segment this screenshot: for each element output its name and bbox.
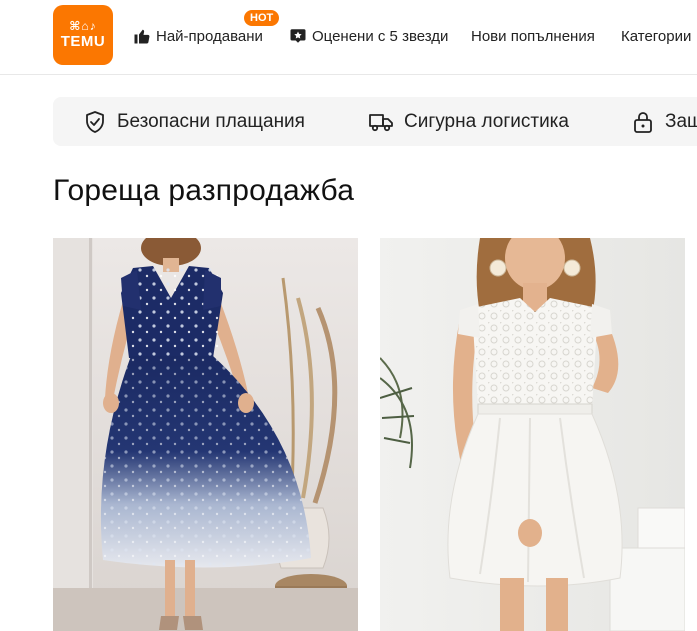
lock-icon [634,111,652,133]
truck-icon [369,113,393,131]
trust-item-privacy[interactable]: Защ [631,97,697,146]
star-badge-icon [290,29,306,43]
page: ⌘⌂♪ TEMU Най-продавани Оценени с 5 звезд… [0,0,697,631]
shield-check-icon [86,110,104,133]
header: ⌘⌂♪ TEMU Най-продавани Оценени с 5 звезд… [0,0,697,75]
nav-item-new-arrivals[interactable]: Нови попълнения [471,26,595,46]
logo-glyphs: ⌘⌂♪ [69,19,97,33]
trust-item-label: Защ [665,110,697,132]
nav-item-label: Категории [621,27,692,45]
logo-text: TEMU [60,33,106,50]
product-image [53,238,358,631]
product-card[interactable] [380,238,685,631]
hot-badge: HOT [244,10,280,26]
nav-item-bestsellers[interactable]: Най-продавани [133,26,263,46]
nav-item-label: Оценени с 5 звезди [312,27,449,45]
trust-bar: Безопасни плащания Сигурна логистика Защ [53,97,697,146]
trust-item-secure-logistics[interactable]: Сигурна логистика [368,97,569,146]
nav-item-categories[interactable]: Категории [621,26,691,46]
trust-item-safe-payments[interactable]: Безопасни плащания [83,97,305,146]
product-card[interactable] [53,238,358,631]
product-image [380,238,685,631]
trust-item-label: Сигурна логистика [404,110,569,132]
nav-item-label: Нови попълнения [471,27,595,45]
nav-item-label: Най-продавани [156,27,263,45]
trust-item-label: Безопасни плащания [117,110,305,132]
nav-item-five-star[interactable]: Оценени с 5 звезди [289,26,448,46]
section-title: Гореща разпродажба [53,174,355,207]
temu-logo[interactable]: ⌘⌂♪ TEMU [53,5,113,65]
thumbs-up-icon [134,29,150,44]
